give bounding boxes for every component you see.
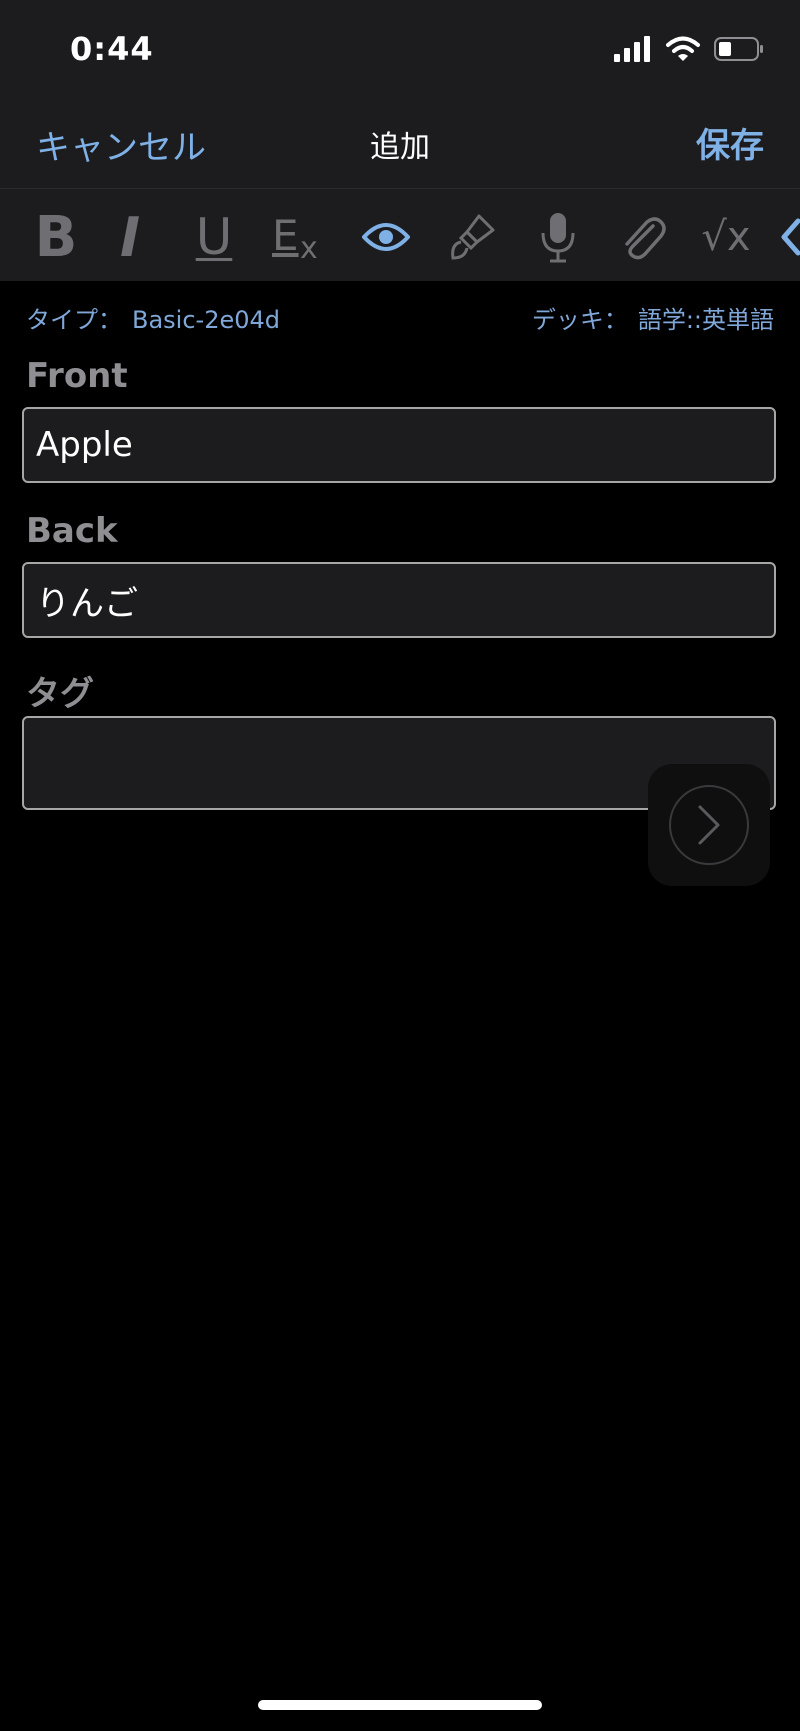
chevron-right-icon xyxy=(698,805,720,845)
home-indicator xyxy=(258,1700,542,1710)
underline-button[interactable]: U xyxy=(184,207,244,267)
html-edit-button[interactable] xyxy=(770,207,800,267)
record-audio-button[interactable] xyxy=(528,207,588,267)
clear-format-icon: E x xyxy=(272,211,318,266)
paperclip-icon xyxy=(625,217,666,260)
back-field-value: りんご xyxy=(36,583,138,624)
format-toolbar: B I U E x √x xyxy=(0,189,800,281)
note-type-label: タイプ： xyxy=(26,306,122,334)
back-field-label: Back xyxy=(26,511,118,551)
color-button[interactable] xyxy=(442,207,502,267)
underline-icon: U xyxy=(195,208,233,266)
battery-icon xyxy=(714,37,763,61)
front-field-input[interactable]: Apple xyxy=(22,407,776,483)
nav-bar: キャンセル 追加 保存 xyxy=(0,100,800,189)
page-title: 追加 xyxy=(370,130,430,165)
formula-button[interactable]: √x xyxy=(696,207,756,267)
microphone-icon xyxy=(541,213,575,263)
next-field-button[interactable] xyxy=(648,764,770,886)
front-field-value: Apple xyxy=(36,425,133,465)
status-bar: 0:44 xyxy=(0,0,800,100)
note-type-selector[interactable]: タイプ： Basic-2e04d xyxy=(26,300,280,335)
save-button[interactable]: 保存 xyxy=(696,118,764,167)
note-meta-row: タイプ： Basic-2e04d デッキ： 語学::英単語 xyxy=(0,300,800,336)
formula-icon: √x xyxy=(701,214,751,260)
deck-label: デッキ： xyxy=(531,306,628,334)
wifi-icon xyxy=(666,36,700,61)
italic-button[interactable]: I xyxy=(100,205,160,269)
brush-icon xyxy=(451,214,495,260)
next-button-ring xyxy=(669,785,749,865)
back-field-input[interactable]: りんご xyxy=(22,562,776,638)
tags-field-label: タグ xyxy=(26,674,94,714)
status-time: 0:44 xyxy=(70,30,154,68)
note-type-value: Basic-2e04d xyxy=(132,306,281,334)
eye-icon xyxy=(362,223,410,251)
status-icons xyxy=(614,36,764,62)
code-icon xyxy=(781,218,800,256)
signal-icon xyxy=(614,36,650,62)
attach-button[interactable] xyxy=(612,207,672,267)
bold-button[interactable]: B xyxy=(26,204,86,270)
preview-button[interactable] xyxy=(356,207,416,267)
deck-selector[interactable]: デッキ： 語学::英単語 xyxy=(532,300,774,335)
front-field-label: Front xyxy=(26,356,128,396)
deck-value: 語学::英単語 xyxy=(637,306,774,334)
clear-format-button[interactable]: E x xyxy=(266,207,326,267)
italic-icon: I xyxy=(119,205,141,269)
bold-icon: B xyxy=(34,204,78,270)
